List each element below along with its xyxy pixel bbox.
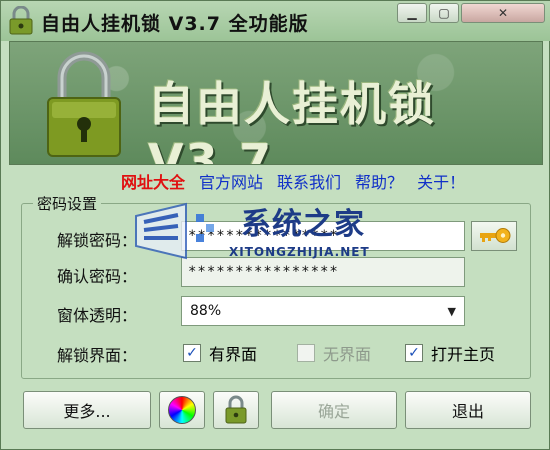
checkbox-unchecked-icon[interactable] (297, 344, 315, 362)
close-icon: ✕ (497, 6, 509, 20)
minimize-button[interactable]: ▁ (397, 3, 427, 23)
checkbox-no-interface[interactable]: 无界面 (297, 341, 371, 365)
color-wheel-icon (168, 396, 196, 424)
maximize-button[interactable]: ▢ (429, 3, 459, 23)
lock-app-icon (9, 6, 33, 35)
lock-button[interactable] (213, 391, 259, 429)
banner-title: 自由人挂机锁 V3.7 (148, 77, 436, 165)
key-button[interactable] (471, 221, 517, 251)
watermark-text: 系统之家 (241, 207, 365, 242)
watermark-subtext: XITONGZHIJIA.NET (229, 245, 370, 259)
unlock-password-label: 解锁密码： (57, 231, 138, 250)
checkbox-label: 打开主页 (431, 345, 496, 364)
chevron-down-icon: ▼ (447, 305, 456, 318)
color-button[interactable] (159, 391, 205, 429)
transparency-select[interactable]: 88% ▼ (181, 296, 465, 326)
app-window: 自由人挂机锁 V3.7 全功能版 ▁ ▢ ✕ 自由人挂机锁 V3.7 网址大全 … (0, 0, 550, 450)
banner: 自由人挂机锁 V3.7 (9, 41, 543, 165)
link-help[interactable]: 帮助？ (355, 169, 403, 193)
padlock-icon (47, 51, 121, 157)
checkbox-checked-icon[interactable]: ✓ (405, 344, 423, 362)
link-about[interactable]: 关于！ (417, 169, 465, 193)
group-title: 密码设置 (33, 193, 102, 214)
checkbox-checked-icon[interactable]: ✓ (183, 344, 201, 362)
checkbox-with-interface[interactable]: ✓ 有界面 (183, 341, 257, 365)
transparency-value: 88% (190, 303, 222, 319)
close-button[interactable]: ✕ (461, 3, 545, 23)
links-row: 网址大全 官方网站 联系我们 帮助？ 关于！ (121, 169, 465, 193)
more-button[interactable]: 更多... (23, 391, 151, 429)
maximize-icon: ▢ (438, 6, 450, 20)
checkbox-label: 无界面 (323, 345, 372, 364)
window-title: 自由人挂机锁 V3.7 全功能版 (41, 13, 309, 35)
title-bar[interactable]: 自由人挂机锁 V3.7 全功能版 ▁ ▢ ✕ (1, 1, 550, 41)
unlock-interface-label: 解锁界面： (57, 346, 138, 365)
minimize-icon: ▁ (407, 6, 417, 20)
checkbox-label: 有界面 (209, 345, 258, 364)
link-official-site[interactable]: 官方网站 (199, 169, 263, 193)
link-contact[interactable]: 联系我们 (277, 169, 341, 193)
exit-button[interactable]: 退出 (405, 391, 531, 429)
key-icon (480, 228, 511, 243)
transparency-label: 窗体透明： (57, 306, 138, 325)
checkbox-open-homepage[interactable]: ✓ 打开主页 (405, 341, 495, 365)
confirm-password-label: 确认密码： (57, 267, 138, 286)
link-site-directory[interactable]: 网址大全 (121, 169, 185, 193)
ok-button[interactable]: 确定 (271, 391, 397, 429)
lock-icon (225, 395, 247, 424)
